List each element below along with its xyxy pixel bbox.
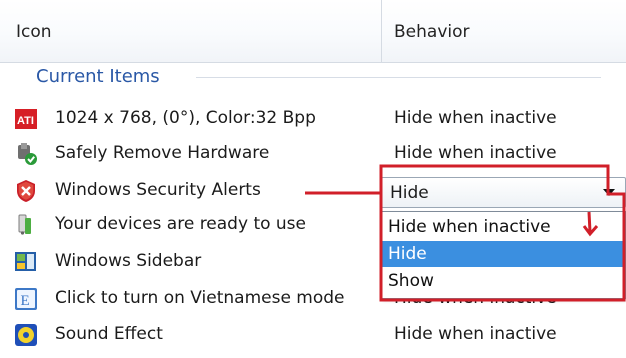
- group-divider: [196, 77, 601, 78]
- notification-row-label: Your devices are ready to use: [55, 214, 306, 234]
- notification-row-label: Sound Effect: [55, 324, 163, 344]
- current-items-group-label: Current Items: [36, 66, 160, 87]
- notification-row-behavior[interactable]: Hide when inactive: [394, 108, 557, 128]
- svg-text:ATI: ATI: [17, 115, 34, 127]
- notification-icons-dialog: Icon Behavior Current Items ATI 1024 x 7…: [0, 0, 626, 358]
- behavior-select-value: Hide: [390, 183, 429, 203]
- icon-column-header[interactable]: Icon: [16, 22, 52, 42]
- svg-text:E: E: [21, 293, 30, 309]
- notification-row-label: Safely Remove Hardware: [55, 143, 270, 163]
- windows-sidebar-icon: [14, 250, 38, 274]
- notification-row-label: Windows Security Alerts: [55, 180, 261, 200]
- notification-row-behavior[interactable]: Hide when inactive: [394, 143, 557, 163]
- behavior-dropdown-menu: Hide when inactive Hide Show: [381, 211, 626, 299]
- device-ready-icon: [14, 213, 38, 237]
- dropdown-option-hide-when-inactive[interactable]: Hide when inactive: [382, 214, 625, 240]
- notification-row-label: Click to turn on Vietnamese mode: [55, 288, 345, 308]
- notification-row-ati-display[interactable]: ATI 1024 x 768, (0°), Color:32 Bpp Hide …: [0, 102, 626, 136]
- notification-row-sound-effect[interactable]: Sound Effect Hide when inactive: [0, 318, 626, 352]
- chevron-down-icon[interactable]: [603, 189, 615, 196]
- notification-row-safely-remove-hardware[interactable]: Safely Remove Hardware Hide when inactiv…: [0, 137, 626, 171]
- dropdown-option-show[interactable]: Show: [382, 268, 625, 294]
- notification-row-label: 1024 x 768, (0°), Color:32 Bpp: [55, 108, 316, 128]
- security-alert-shield-icon: [14, 179, 38, 203]
- ati-icon: ATI: [14, 107, 38, 131]
- dropdown-option-hide[interactable]: Hide: [382, 241, 625, 267]
- table-header: Icon Behavior: [0, 0, 626, 63]
- behavior-column-header[interactable]: Behavior: [394, 22, 470, 42]
- vietnamese-input-icon: E: [14, 287, 38, 311]
- sound-effect-icon: [14, 323, 38, 347]
- notification-row-behavior[interactable]: Hide when inactive: [394, 324, 557, 344]
- header-divider: [381, 0, 382, 63]
- notification-row-label: Windows Sidebar: [55, 251, 202, 271]
- safely-remove-hardware-icon: [14, 142, 38, 166]
- behavior-select[interactable]: Hide: [381, 177, 626, 208]
